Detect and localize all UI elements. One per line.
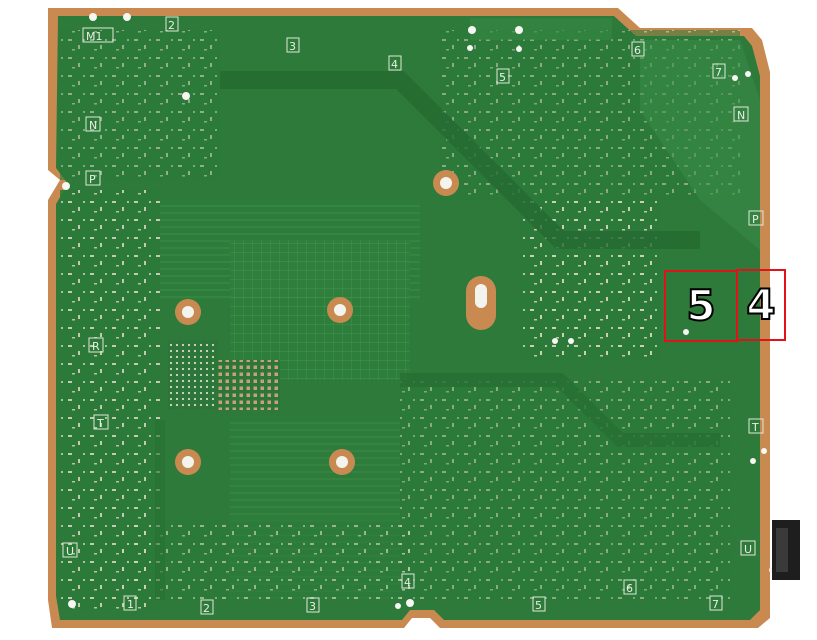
silk-label-t-left: T xyxy=(96,417,104,430)
silk-label-4-bottom: 4 xyxy=(404,576,411,589)
silk-label-6-bottom: 6 xyxy=(626,582,633,595)
silk-label-2-bottom: 2 xyxy=(203,602,210,615)
silk-label-3: 3 xyxy=(289,40,296,53)
silk-label-5: 5 xyxy=(499,71,506,84)
silk-label-5-bottom: 5 xyxy=(535,599,542,612)
silk-label-t-right: T xyxy=(751,421,759,434)
callout-label-5: 5 xyxy=(685,281,716,330)
silk-label-n-left: N xyxy=(89,119,97,132)
pcb-photo: M1 2 3 4 5 6 7 N N P P R T T U U 1 2 3 4… xyxy=(0,0,817,640)
silk-label-p-right: P xyxy=(752,213,759,226)
silk-label-6: 6 xyxy=(634,44,641,57)
silk-label-r: R xyxy=(92,340,100,353)
silk-label-7-bottom: 7 xyxy=(712,598,719,611)
silk-label-n-right: N xyxy=(737,109,745,122)
callout-label-4: 4 xyxy=(745,280,776,329)
silk-label-4: 4 xyxy=(391,58,398,71)
silk-label-3-bottom: 3 xyxy=(309,600,316,613)
silk-label-1-bottom: 1 xyxy=(127,598,134,611)
callout-box-5: 5 xyxy=(664,270,738,342)
callout-box-4: 4 xyxy=(736,269,786,341)
silk-label-u-right: U xyxy=(744,543,752,556)
silk-label-7: 7 xyxy=(715,66,722,79)
silk-label-m1: M1 xyxy=(86,30,103,43)
silk-label-p-left: P xyxy=(89,173,96,186)
silk-label-2: 2 xyxy=(168,19,175,32)
silk-label-u-left: U xyxy=(66,545,74,558)
